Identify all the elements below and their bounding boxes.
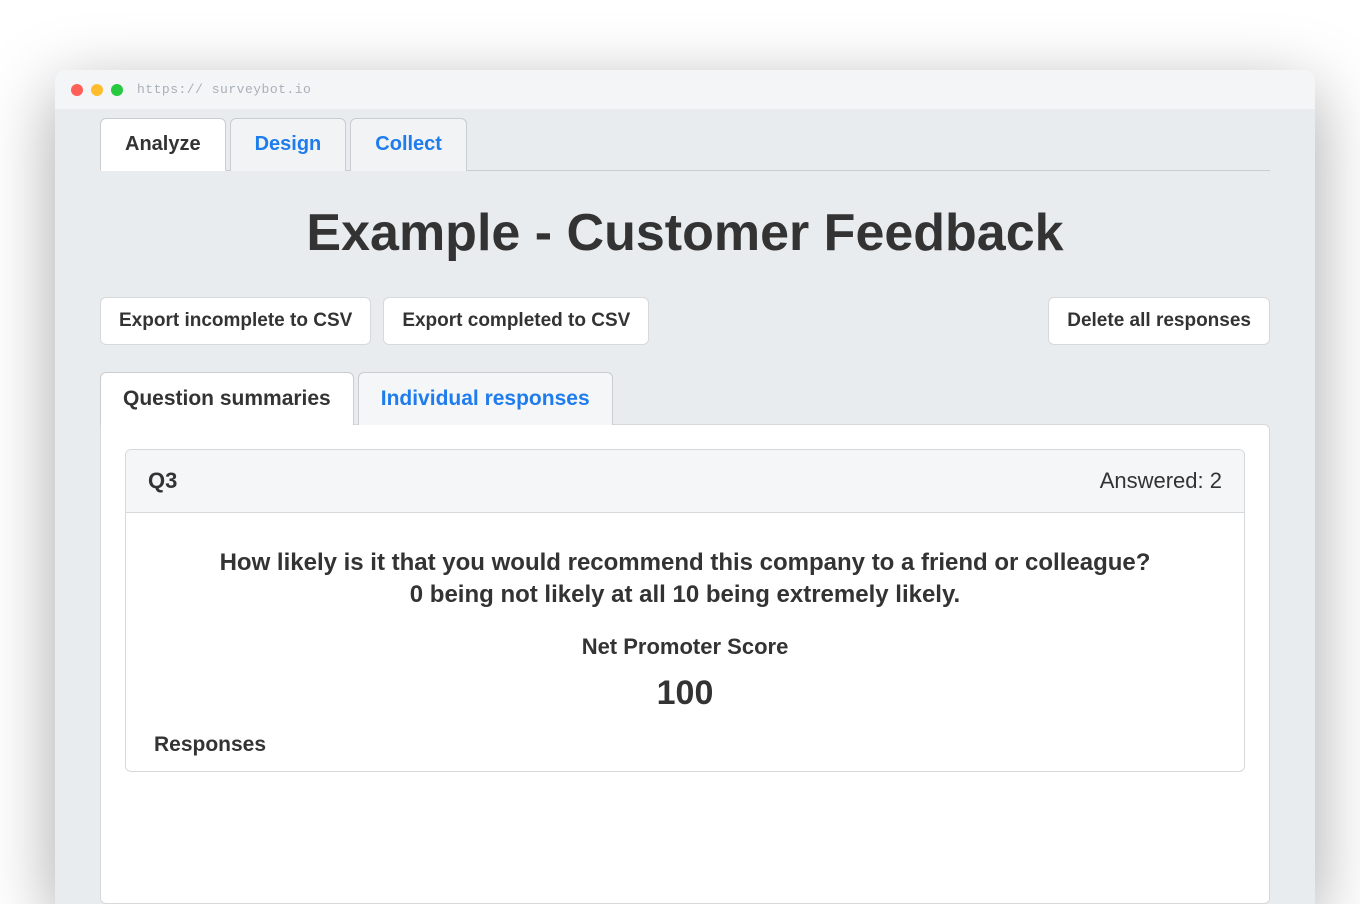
question-card: Q3 Answered: 2 How likely is it that you… [125,449,1245,772]
nps-score: 100 [148,674,1222,713]
url-protocol: https:// [137,82,203,97]
traffic-lights [71,84,123,96]
responses-heading: Responses [148,733,1222,757]
question-text-line2: 0 being not likely at all 10 being extre… [410,581,960,608]
tab-collect[interactable]: Collect [350,118,467,171]
page-title: Example - Customer Feedback [100,203,1270,263]
question-body: How likely is it that you would recommen… [126,513,1244,771]
browser-chrome: https:// surveybot.io [55,70,1315,109]
question-text-line1: How likely is it that you would recommen… [220,549,1151,576]
top-tabs: Analyze Design Collect [100,117,1270,171]
nps-label: Net Promoter Score [148,634,1222,660]
app-body: Analyze Design Collect Example - Custome… [55,117,1315,904]
sub-tab-individual-responses[interactable]: Individual responses [358,372,613,425]
close-window-icon[interactable] [71,84,83,96]
question-text: How likely is it that you would recommen… [148,547,1222,612]
answered-count: Answered: 2 [1100,468,1222,494]
tab-design[interactable]: Design [230,118,347,171]
action-row: Export incomplete to CSV Export complete… [100,297,1270,345]
danger-actions: Delete all responses [1048,297,1270,345]
question-header: Q3 Answered: 2 [126,450,1244,513]
export-incomplete-button[interactable]: Export incomplete to CSV [100,297,371,345]
summaries-panel: Q3 Answered: 2 How likely is it that you… [100,424,1270,904]
tab-analyze[interactable]: Analyze [100,118,226,171]
minimize-window-icon[interactable] [91,84,103,96]
question-number: Q3 [148,468,177,494]
delete-all-responses-button[interactable]: Delete all responses [1048,297,1270,345]
maximize-window-icon[interactable] [111,84,123,96]
browser-window: https:// surveybot.io Analyze Design Col… [55,70,1315,904]
sub-tabs: Question summaries Individual responses [100,371,1270,424]
export-actions: Export incomplete to CSV Export complete… [100,297,649,345]
sub-tab-question-summaries[interactable]: Question summaries [100,372,354,425]
url-host: surveybot.io [212,82,312,97]
export-completed-button[interactable]: Export completed to CSV [383,297,649,345]
address-bar[interactable]: https:// surveybot.io [137,82,1299,97]
